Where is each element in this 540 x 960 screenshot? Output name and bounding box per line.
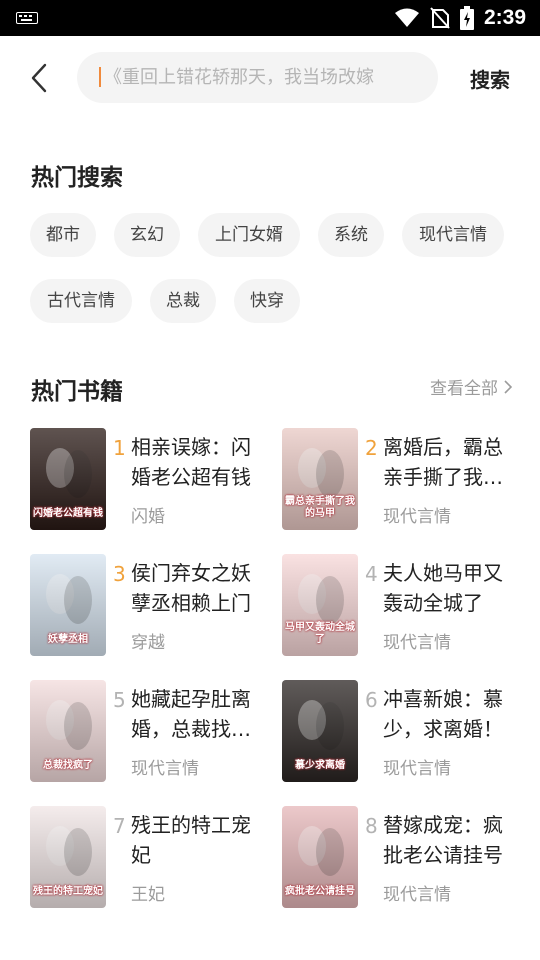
search-tag[interactable]: 玄幻	[114, 213, 180, 257]
book-rank: 4	[365, 562, 378, 586]
battery-charging-icon	[459, 6, 474, 30]
book-item[interactable]: 妖孽丞相 3 侯门弃女之妖孽丞相赖上门穿越	[30, 554, 270, 656]
book-title: 残王的特工宠妃	[131, 813, 251, 867]
chevron-right-icon	[504, 379, 512, 394]
book-rank: 3	[113, 562, 126, 586]
search-button[interactable]: 搜索	[470, 64, 510, 93]
no-sim-icon	[430, 7, 450, 29]
book-cover: 总裁找疯了	[30, 680, 106, 782]
cover-title: 马甲又轰动全城了	[285, 622, 355, 645]
search-tag[interactable]: 现代言情	[402, 213, 504, 257]
book-title: 侯门弃女之妖孽丞相赖上门	[131, 561, 251, 615]
book-item[interactable]: 闪婚老公超有钱 1 相亲误嫁：闪婚老公超有钱闪婚	[30, 428, 270, 530]
book-rank: 8	[365, 814, 378, 838]
book-cover: 马甲又轰动全城了	[282, 554, 358, 656]
search-tag[interactable]: 总裁	[150, 279, 216, 323]
cover-title: 残王的特工宠妃	[33, 886, 103, 897]
book-rank: 6	[365, 688, 378, 712]
book-cover: 残王的特工宠妃	[30, 806, 106, 908]
view-all-link[interactable]: 查看全部	[430, 374, 512, 399]
book-item[interactable]: 总裁找疯了 5 她藏起孕肚离婚，总裁找… 现代言情	[30, 680, 270, 782]
status-time: 2:39	[483, 6, 526, 29]
book-category: 穿越	[131, 633, 165, 653]
book-title: 相亲误嫁：闪婚老公超有钱	[131, 435, 251, 489]
search-tag[interactable]: 都市	[30, 213, 96, 257]
book-rank: 1	[113, 436, 126, 460]
keyboard-icon	[16, 12, 38, 24]
back-button[interactable]	[24, 60, 54, 96]
book-item[interactable]: 残王的特工宠妃 7 残王的特工宠妃 王妃	[30, 806, 270, 908]
book-category: 现代言情	[383, 759, 451, 779]
cover-title: 疯批老公请挂号	[285, 886, 355, 897]
book-cover: 妖孽丞相	[30, 554, 106, 656]
search-tag[interactable]: 快穿	[234, 279, 300, 323]
book-title: 她藏起孕肚离婚，总裁找…	[131, 687, 251, 741]
cover-title: 闪婚老公超有钱	[33, 508, 103, 519]
book-rank: 7	[113, 814, 126, 838]
book-item[interactable]: 疯批老公请挂号 8 替嫁成宠：疯批老公请挂号现代言情	[282, 806, 522, 908]
book-item[interactable]: 霸总亲手撕了我的马甲 2 离婚后，霸总亲手撕了我… 现代言情	[282, 428, 522, 530]
book-cover: 霸总亲手撕了我的马甲	[282, 428, 358, 530]
status-bar: 2:39	[0, 0, 540, 36]
book-title: 夫人她马甲又轰动全城了	[383, 561, 503, 615]
book-category: 现代言情	[383, 885, 451, 905]
book-category: 现代言情	[131, 759, 199, 779]
book-category: 王妃	[131, 885, 165, 905]
chevron-left-icon	[31, 63, 47, 93]
book-title: 替嫁成宠：疯批老公请挂号	[383, 813, 503, 867]
book-cover: 慕少求离婚	[282, 680, 358, 782]
book-item[interactable]: 慕少求离婚 6 冲喜新娘：慕少，求离婚！ 现代言情	[282, 680, 522, 782]
wifi-icon	[394, 8, 419, 27]
search-box[interactable]	[77, 52, 438, 103]
hot-search-title: 热门搜索	[31, 165, 123, 191]
search-tag[interactable]: 系统	[318, 213, 384, 257]
book-rank: 2	[365, 436, 378, 460]
view-all-label: 查看全部	[430, 379, 498, 399]
book-title: 离婚后，霸总亲手撕了我…	[383, 435, 503, 489]
book-rank: 5	[113, 688, 126, 712]
search-tag[interactable]: 上门女婿	[198, 213, 300, 257]
search-tag[interactable]: 古代言情	[30, 279, 132, 323]
book-item[interactable]: 马甲又轰动全城了 4 夫人她马甲又轰动全城了现代言情	[282, 554, 522, 656]
book-category: 闪婚	[131, 507, 165, 527]
hot-books-title: 热门书籍	[31, 379, 123, 405]
search-header: 搜索	[0, 50, 540, 106]
text-cursor	[99, 67, 101, 87]
book-cover: 闪婚老公超有钱	[30, 428, 106, 530]
search-input[interactable]	[104, 52, 424, 103]
cover-title: 总裁找疯了	[43, 760, 93, 771]
cover-title: 慕少求离婚	[295, 760, 345, 771]
book-category: 现代言情	[383, 507, 451, 527]
cover-title: 霸总亲手撕了我的马甲	[285, 496, 355, 519]
cover-title: 妖孽丞相	[48, 634, 88, 645]
book-category: 现代言情	[383, 633, 451, 653]
book-title: 冲喜新娘：慕少，求离婚！	[383, 687, 503, 741]
book-cover: 疯批老公请挂号	[282, 806, 358, 908]
